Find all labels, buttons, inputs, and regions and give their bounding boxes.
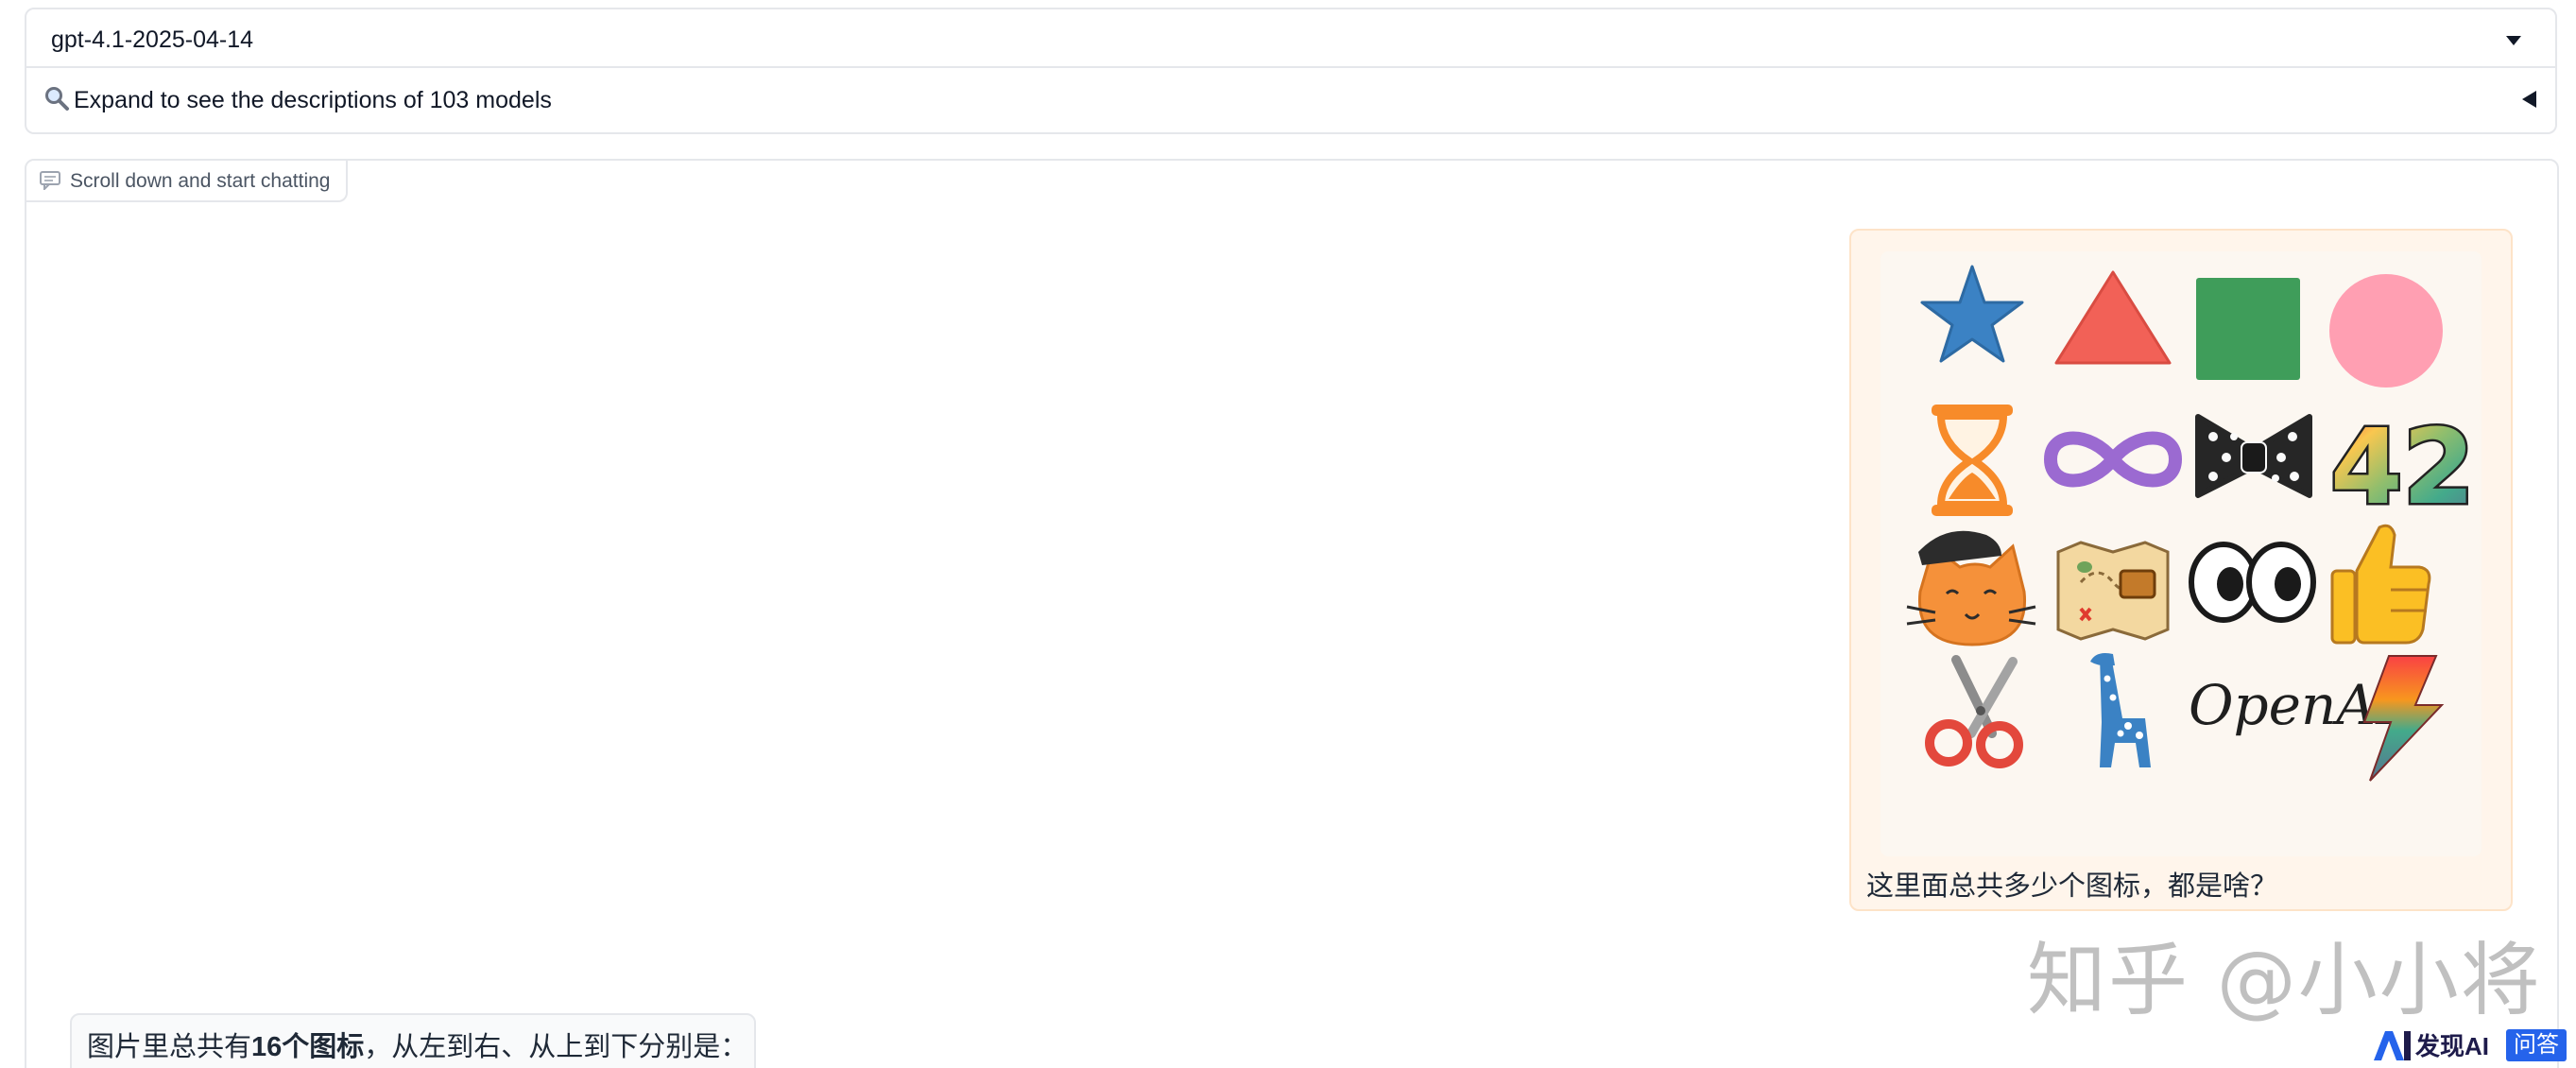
circle-icon — [2329, 274, 2443, 388]
user-message-text: 这里面总共多少个图标，都是啥？ — [1866, 871, 2278, 902]
icon-grid-image: 42 OpenAI — [1906, 265, 2478, 782]
scissors-icon — [1925, 655, 2023, 768]
models-description-accordion[interactable]: Expand to see the descriptions of 103 mo… — [25, 68, 2557, 134]
number-42-icon: 42 — [2328, 405, 2478, 530]
chat-bubble-icon — [40, 171, 60, 190]
bot-text-bold: 16个图标 — [251, 1032, 365, 1062]
hourglass-icon — [1932, 405, 2013, 516]
accordion-label: Expand to see the descriptions of 103 mo… — [74, 87, 552, 113]
uploaded-image: 42 OpenAI — [1880, 251, 2482, 856]
collapse-toggle-icon[interactable] — [2522, 91, 2536, 108]
brand-name: 发现AI — [2415, 1032, 2490, 1060]
page: gpt-4.1-2025-04-14 Expand to see the des… — [0, 0, 2576, 1068]
model-dropdown[interactable]: gpt-4.1-2025-04-14 — [25, 8, 2557, 68]
zhihu-watermark: 知乎 @小小将 — [2027, 934, 2542, 1026]
chatbot-label-text: Scroll down and start chatting — [70, 170, 331, 192]
ai-logo-icon — [2374, 1031, 2411, 1060]
svg-text:42: 42 — [2330, 406, 2475, 527]
eyes-icon — [2189, 542, 2316, 623]
bowtie-icon — [2195, 414, 2312, 498]
treasure-map-icon — [2056, 541, 2170, 641]
square-icon — [2196, 278, 2300, 380]
openai-logo-icon: OpenAI — [2189, 673, 2398, 737]
thumbs-up-icon — [2330, 524, 2431, 645]
brand-tag: 问答 — [2506, 1029, 2567, 1061]
bot-text-prefix: 图片里总共有 — [87, 1032, 252, 1062]
model-dropdown-value: gpt-4.1-2025-04-14 — [51, 26, 254, 53]
triangle-icon — [2054, 270, 2172, 365]
cat-icon — [1906, 530, 2036, 646]
star-icon — [1920, 265, 2024, 363]
infinity-icon — [2043, 431, 2183, 488]
bot-text-suffix: ，从左到右、从上到下分别是： — [364, 1032, 748, 1062]
bot-message-text: 图片里总共有16个图标，从左到右、从上到下分别是： — [87, 1025, 747, 1064]
giraffe-icon — [2090, 653, 2151, 767]
svg-text:OpenAI: OpenAI — [2189, 673, 2398, 737]
chevron-down-icon[interactable] — [2506, 36, 2521, 45]
chatbot-label: Scroll down and start chatting — [26, 161, 348, 202]
magnifier-icon — [45, 87, 69, 111]
